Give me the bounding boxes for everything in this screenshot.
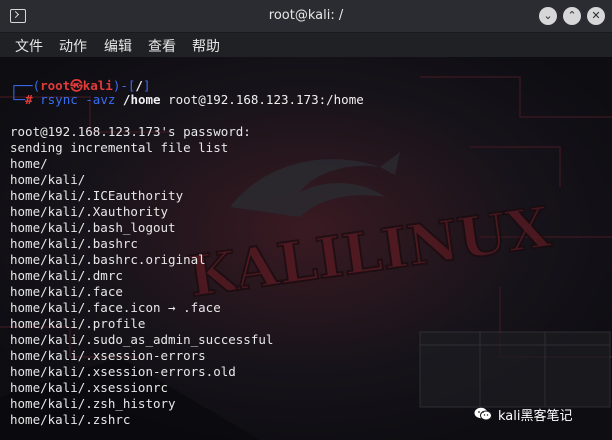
output-line: home/kali/.face.icon → .face xyxy=(10,300,221,315)
output-line: home/kali/.xsession-errors xyxy=(10,348,206,363)
watermark: kali黑客笔记 xyxy=(474,403,573,425)
output-line: home/kali/.Xauthority xyxy=(10,204,169,219)
output-line: sending incremental file list xyxy=(10,140,229,155)
output-line: home/kali/.ICEauthority xyxy=(10,188,184,203)
command-source: /home xyxy=(122,92,161,107)
output-line: home/kali/.face xyxy=(10,284,123,299)
terminal-window: root@kali: / ⌄ ⌃ ✕ 文件 动作 编辑 查看 帮助 KALILI… xyxy=(0,0,612,440)
close-button[interactable]: ✕ xyxy=(587,7,605,25)
menu-actions[interactable]: 动作 xyxy=(59,36,87,56)
output-line: home/kali/.xsessionrc xyxy=(10,380,169,395)
prompt-mid: )-[ xyxy=(112,78,136,93)
window-title: root@kali: / xyxy=(268,8,344,23)
output-line: home/kali/.sudo_as_admin_successful xyxy=(10,332,274,347)
prompt-line-2: └─# rsync -avz /home root@192.168.123.17… xyxy=(10,92,364,107)
output-line: home/kali/.bash_logout xyxy=(10,220,176,235)
watermark-text: kali黑客笔记 xyxy=(498,408,573,424)
output-line: home/ xyxy=(10,156,48,171)
output-line: home/kali/.bashrc.original xyxy=(10,252,206,267)
menu-edit[interactable]: 编辑 xyxy=(104,36,132,56)
prompt-open: ┌──( xyxy=(10,78,41,93)
command-name: rsync -avz xyxy=(40,92,116,107)
output-line: home/kali/ xyxy=(10,172,86,187)
output-line: home/kali/.xsession-errors.old xyxy=(10,364,236,379)
output-line: root@192.168.123.173's password: xyxy=(10,124,251,139)
prompt-corner: └─ xyxy=(10,92,26,107)
terminal-output-area[interactable]: KALILINUX ┌──(root㉿kali)-[/] └─# rsync -… xyxy=(0,57,612,440)
output-line: home/kali/.dmrc xyxy=(10,268,123,283)
menu-file[interactable]: 文件 xyxy=(15,36,43,56)
menu-bar: 文件 动作 编辑 查看 帮助 xyxy=(0,33,612,57)
wechat-icon xyxy=(474,407,492,421)
output-line: home/kali/.bashrc xyxy=(10,236,138,251)
menu-view[interactable]: 查看 xyxy=(148,36,176,56)
output-line: home/kali/.zsh_history xyxy=(10,396,176,411)
output-line: home/kali/.profile xyxy=(10,316,146,331)
prompt-hash: # xyxy=(25,92,41,107)
title-bar[interactable]: root@kali: / ⌄ ⌃ ✕ xyxy=(0,0,612,33)
minimize-button[interactable]: ⌄ xyxy=(539,7,557,25)
output-line: home/kali/.zshrc xyxy=(10,412,131,427)
prompt-path: / xyxy=(135,78,143,93)
prompt-user: root㉿kali xyxy=(40,78,113,93)
command-destination: root@192.168.123.173:/home xyxy=(160,92,364,107)
maximize-button[interactable]: ⌃ xyxy=(563,7,581,25)
prompt-close: ] xyxy=(142,78,151,93)
menu-help[interactable]: 帮助 xyxy=(192,36,220,56)
